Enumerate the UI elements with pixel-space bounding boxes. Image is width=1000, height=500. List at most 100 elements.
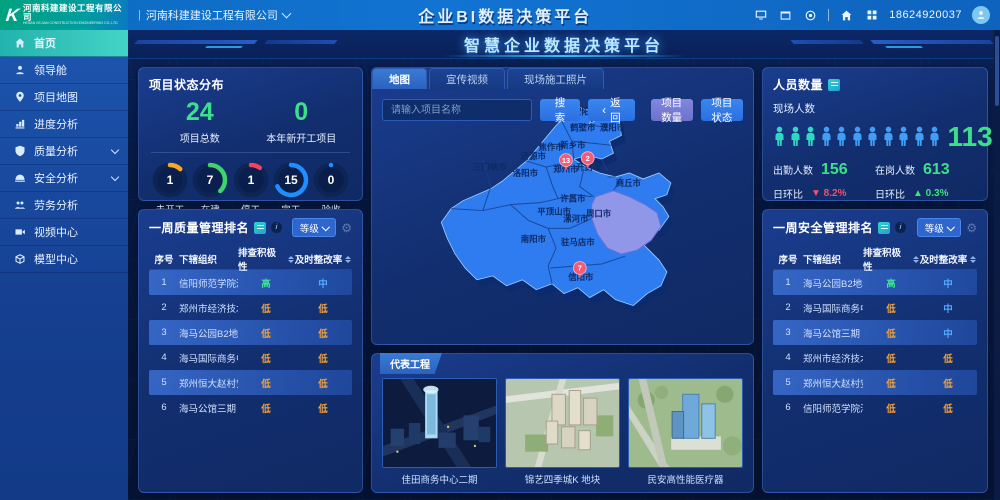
project-image <box>382 378 497 468</box>
sidebar-item-helmet[interactable]: 安全分析 <box>0 165 128 192</box>
table-row[interactable]: 4 海马国际商务中心A1地... 低 低 <box>149 345 352 370</box>
row-rectify-rate: 中 <box>919 301 977 315</box>
map-tab[interactable]: 宣传视频 <box>429 68 505 89</box>
project-card[interactable]: 民安高性能医疗器 <box>628 378 743 486</box>
row-rectify-rate: 低 <box>919 376 977 390</box>
org-divider: | <box>138 9 141 21</box>
monitor-icon[interactable] <box>753 8 768 23</box>
gear-icon[interactable]: ⚙ <box>966 222 977 234</box>
org-selector[interactable]: | 河南科建建设工程有限公司 <box>138 7 290 23</box>
sortable-column[interactable]: 及时整改率 <box>294 252 352 266</box>
table-row[interactable]: 2 郑州市经济技术开发区青... 低 低 <box>149 295 352 320</box>
scrollbar[interactable] <box>994 30 1000 500</box>
row-index: 1 <box>773 277 803 288</box>
person-icon <box>851 124 864 149</box>
row-rectify-rate: 低 <box>919 401 977 415</box>
row-activity-level: 低 <box>863 301 919 315</box>
row-rectify-rate: 中 <box>919 276 977 290</box>
table-row[interactable]: 6 海马公馆三期 低 低 <box>149 395 352 420</box>
sidebar-item-label: 视频中心 <box>34 224 118 240</box>
row-organization: 郑州市经济技术开发区青... <box>803 351 863 365</box>
map-city-label: 济源市 <box>521 151 547 161</box>
row-organization: 信阳师范学院淮河校区二... <box>803 401 863 415</box>
sidebar-item-shield[interactable]: 质量分析 <box>0 138 128 165</box>
map-city-label: 南阳市 <box>521 234 547 244</box>
avatar[interactable] <box>972 6 990 24</box>
row-activity-level: 低 <box>238 376 294 390</box>
table-row[interactable]: 4 郑州市经济技术开发区青... 低 低 <box>773 345 977 370</box>
person-icon <box>835 124 848 149</box>
info-icon[interactable]: i <box>895 222 906 233</box>
window-icon[interactable] <box>778 8 793 23</box>
sidebar-item-model[interactable]: 模型中心 <box>0 246 128 273</box>
trend-label: 日环比 <box>773 186 803 201</box>
map-tab[interactable]: 地图 <box>372 68 427 89</box>
person-icon <box>897 124 910 149</box>
trend-label: 日环比 <box>875 186 905 201</box>
map-tab[interactable]: 现场施工照片 <box>507 68 604 89</box>
sidebar-item-map-pin[interactable]: 项目地图 <box>0 84 128 111</box>
row-rectify-rate: 低 <box>294 301 352 315</box>
row-organization: 海马国际商务中心A1地... <box>179 351 238 365</box>
sidebar-item-home[interactable]: 首页 <box>0 30 128 57</box>
row-rectify-rate: 中 <box>294 276 352 290</box>
sortable-column[interactable]: 排查积极性 <box>238 245 294 273</box>
record-icon[interactable] <box>803 8 818 23</box>
home-icon[interactable] <box>839 8 854 23</box>
header-divider <box>828 9 829 21</box>
video-icon <box>14 226 26 238</box>
back-button[interactable]: ‹ 返回 <box>588 99 635 121</box>
quality-ranking-panel: 一周质量管理排名 i 等级 ⚙ 序号 下 <box>138 209 363 493</box>
henan-province-map[interactable]: 安阳市鹤壁市濮阳市新乡市焦作市济源市三门峡市洛阳市郑州市开封市商丘市许昌市平顶山… <box>372 89 753 344</box>
sortable-column[interactable]: 排查积极性 <box>863 245 919 273</box>
table-row[interactable]: 1 海马公园B2地块二期 高 中 <box>773 270 977 295</box>
row-activity-level: 低 <box>863 376 919 390</box>
project-count-button[interactable]: 项目数量 <box>651 99 693 121</box>
sidebar-item-video[interactable]: 视频中心 <box>0 219 128 246</box>
scrollbar-thumb[interactable] <box>995 36 999 106</box>
user-icon <box>14 64 26 76</box>
row-index: 5 <box>149 377 179 388</box>
project-search-input[interactable] <box>382 99 532 121</box>
project-card[interactable]: 锦艺四季城K 地块 <box>505 378 620 486</box>
table-row[interactable]: 1 信阳师范学院淮河校区二... 高 中 <box>149 270 352 295</box>
project-card[interactable]: 佳田商务中心二期 <box>382 378 497 486</box>
featured-projects-panel: 代表工程 佳田商务中心二期 锦艺四季城K 地块 民安 <box>371 353 754 493</box>
project-cards: 佳田商务中心二期 锦艺四季城K 地块 民安高性能医疗器 <box>372 354 753 492</box>
sortable-column[interactable]: 及时整改率 <box>919 252 977 266</box>
status-ring-停工: 1 停工 <box>232 161 270 216</box>
sidebar-item-label: 首页 <box>34 35 118 51</box>
row-rectify-rate: 中 <box>919 326 977 340</box>
table-row[interactable]: 2 海马国际商务中心A1地... 低 中 <box>773 295 977 320</box>
status-totals: 24 项目总数0 本年新开工项目 <box>149 99 352 145</box>
sidebar-item-user[interactable]: 领导舱 <box>0 57 128 84</box>
svg-text:7: 7 <box>578 264 582 273</box>
table-row[interactable]: 3 海马公馆三期 低 中 <box>773 320 977 345</box>
level-filter-dropdown[interactable]: 等级 <box>917 218 962 237</box>
row-rectify-rate: 低 <box>919 351 977 365</box>
gear-icon[interactable]: ⚙ <box>341 222 352 234</box>
sidebar-item-people[interactable]: 劳务分析 <box>0 192 128 219</box>
row-organization: 海马国际商务中心A1地... <box>803 301 863 315</box>
info-icon[interactable]: i <box>271 222 282 233</box>
table-row[interactable]: 3 海马公园B2地块二期 低 低 <box>149 320 352 345</box>
logo-k-icon: K <box>5 6 20 24</box>
featured-projects-tab[interactable]: 代表工程 <box>380 353 442 374</box>
status-total-label: 项目总数 <box>149 130 251 145</box>
project-status-button[interactable]: 项目状态 <box>701 99 743 121</box>
level-filter-dropdown[interactable]: 等级 <box>292 218 337 237</box>
progress-icon <box>14 118 26 130</box>
map-city-label: 商丘市 <box>616 178 642 188</box>
table-row[interactable]: 5 郑州恒大赵村安置区A-0... 低 低 <box>773 370 977 395</box>
table-row[interactable]: 5 郑州恒大赵村安置区A-0... 低 低 <box>149 370 352 395</box>
row-rectify-rate: 低 <box>294 326 352 340</box>
row-activity-level: 高 <box>863 276 919 290</box>
search-button[interactable]: 搜索 <box>540 99 580 121</box>
panel-title: 项目状态分布 <box>149 76 224 93</box>
row-organization: 海马公园B2地块二期 <box>803 276 863 290</box>
table-row[interactable]: 6 信阳师范学院淮河校区二... 低 低 <box>773 395 977 420</box>
sidebar: 首页 领导舱 项目地图 进度分析 质量分析 安全分析 劳务分析 视频中心 模型中… <box>0 30 128 500</box>
sidebar-item-progress[interactable]: 进度分析 <box>0 111 128 138</box>
apps-grid-icon[interactable] <box>864 8 879 23</box>
row-rectify-rate: 低 <box>294 401 352 415</box>
